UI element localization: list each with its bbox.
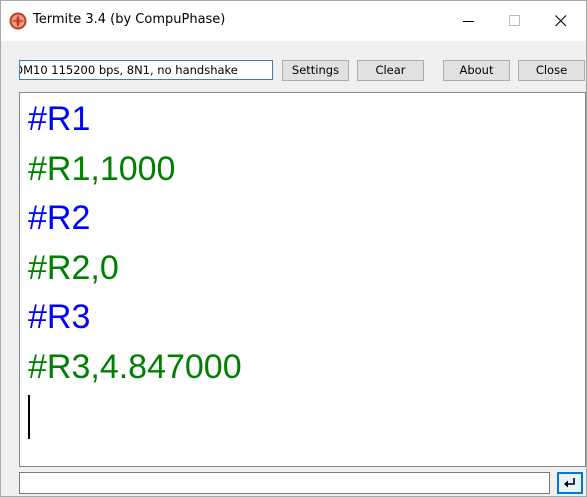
termite-window: Termite 3.4 (by CompuPhase) COM10 115200… [0, 0, 587, 497]
about-button[interactable]: About [443, 60, 510, 81]
terminal-line: #R3 [28, 298, 91, 336]
settings-button[interactable]: Settings [282, 60, 349, 81]
port-status-field[interactable]: COM10 115200 bps, 8N1, no handshake [19, 60, 273, 80]
close-button[interactable]: Close [518, 60, 585, 81]
clear-button[interactable]: Clear [357, 60, 424, 81]
text-caret [28, 395, 30, 439]
termite-app-icon [9, 12, 27, 30]
toolbar: COM10 115200 bps, 8N1, no handshake Sett… [1, 56, 586, 86]
window-close-button[interactable] [538, 1, 584, 41]
window-title: Termite 3.4 (by CompuPhase) [33, 12, 226, 27]
terminal-line: #R2 [28, 199, 91, 237]
terminal-output[interactable]: #R1 #R1,1000 #R2 #R2,0 #R3 #R3,4.847000 [19, 92, 586, 467]
terminal-line: #R1 [28, 100, 91, 138]
terminal-line: #R3,4.847000 [28, 347, 242, 386]
maximize-button[interactable] [492, 1, 538, 41]
title-bar[interactable]: Termite 3.4 (by CompuPhase) [1, 1, 586, 41]
send-button[interactable] [557, 472, 583, 494]
terminal-line: #R1,1000 [28, 149, 176, 188]
close-icon [555, 15, 567, 27]
terminal-line: #R2,0 [28, 248, 119, 287]
minimize-icon [463, 21, 474, 22]
maximize-icon [509, 15, 520, 26]
enter-key-icon [564, 478, 575, 488]
command-input[interactable] [19, 472, 550, 494]
minimize-button[interactable] [446, 1, 492, 41]
